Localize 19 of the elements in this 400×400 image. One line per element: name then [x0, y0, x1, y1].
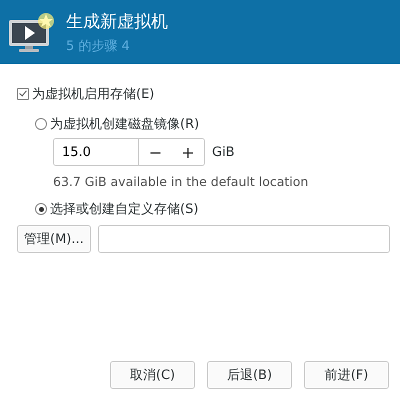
- unit-label: GiB: [212, 144, 235, 160]
- increment-button[interactable]: +: [172, 138, 205, 166]
- size-field[interactable]: 15.0: [53, 138, 139, 166]
- radio-label: 选择或创建自定义存储(S): [50, 201, 198, 218]
- radio-button[interactable]: [35, 118, 47, 130]
- info-text: 63.7 GiB available in the default location: [53, 174, 310, 189]
- storage-path-field[interactable]: [98, 225, 390, 253]
- radio-label: 为虚拟机创建磁盘镜像(R): [50, 116, 200, 133]
- dialog-button[interactable]: 取消(C): [110, 361, 195, 389]
- dialog-title: 生成新虚拟机: [66, 10, 168, 32]
- monitor-star-icon: [8, 12, 54, 54]
- checkbox[interactable]: [17, 88, 29, 100]
- dialog-button[interactable]: 后退(B): [207, 361, 292, 389]
- decrement-button[interactable]: −: [139, 138, 172, 166]
- radio-button[interactable]: [35, 203, 47, 215]
- manage-button[interactable]: 管理(M)...: [17, 225, 91, 253]
- dialog-button[interactable]: 前进(F): [304, 361, 389, 389]
- checkbox-label: 为虚拟机启用存储(E): [32, 86, 154, 103]
- step-indicator: 5 的步骤 4: [66, 38, 131, 54]
